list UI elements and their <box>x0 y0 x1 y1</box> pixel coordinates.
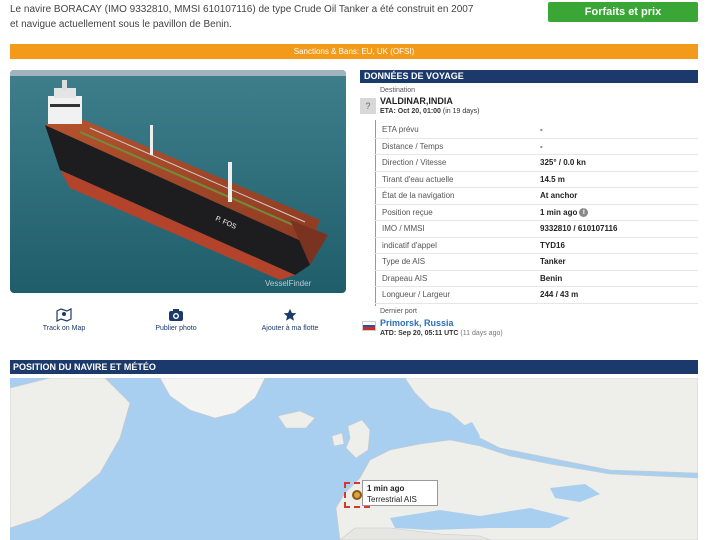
row-value: 9332810 / 610107116 <box>540 224 618 233</box>
forfaits-button[interactable]: Forfaits et prix <box>548 2 698 22</box>
row-label: Drapeau AIS <box>382 273 428 283</box>
voyage-details-table: ETA prévu - Distance / Temps - Direction /… <box>375 122 698 304</box>
row-label: indicatif d'appel <box>382 240 437 250</box>
map-pin-icon <box>14 308 114 322</box>
table-row: Drapeau AIS Benin <box>375 271 698 287</box>
table-row: Direction / Vitesse 325° / 0.0 kn <box>375 155 698 172</box>
map-tooltip: 1 min ago Terrestrial AIS <box>362 480 438 506</box>
eta-relative: (in 19 days) <box>442 108 480 115</box>
row-label: Type de AIS <box>382 257 426 266</box>
row-value: 1 min ago <box>540 207 578 217</box>
row-value: At anchor <box>540 191 578 200</box>
row-label: État de la navigation <box>382 191 455 200</box>
vessel-intro-text: Le navire BORACAY (IMO 9332810, MMSI 610… <box>10 4 474 30</box>
last-port-atd: ATD: Sep 20, 05:11 UTC (11 days ago) <box>380 330 503 337</box>
table-row: Position reçue 1 min ago i <box>375 205 698 221</box>
atd-value: ATD: Sep 20, 05:11 UTC <box>380 330 459 337</box>
table-row: Type de AIS Tanker <box>375 254 698 271</box>
photo-watermark: VesselFinder <box>265 279 312 288</box>
publish-photo-label: Publier photo <box>155 325 197 332</box>
row-label: Longueur / Largeur <box>382 290 451 299</box>
destination-name: VALDINAR,INDIA <box>380 96 453 106</box>
destination-eta: ETA: Oct 20, 01:00 (in 19 days) <box>380 108 479 115</box>
russia-flag-icon <box>362 321 376 331</box>
row-label: Position reçue <box>382 207 433 217</box>
vessel-photo[interactable]: P. FOS VesselFinder <box>10 70 346 293</box>
row-value: Benin <box>540 273 563 283</box>
info-icon[interactable]: i <box>579 207 589 217</box>
row-value: 14.5 m <box>540 174 565 184</box>
row-label: Direction / Vitesse <box>382 158 447 167</box>
tooltip-time: 1 min ago <box>367 484 405 493</box>
last-port-link[interactable]: Primorsk, Russia <box>380 318 454 328</box>
row-value: - <box>540 125 543 134</box>
row-value: - <box>540 141 543 151</box>
table-row: IMO / MMSI 9332810 / 610107116 <box>375 221 698 238</box>
camera-icon <box>126 308 226 322</box>
last-port-block: Dernier port Primorsk, Russia ATD: Sep 2… <box>360 306 698 342</box>
atd-relative: (11 days ago) <box>460 330 503 337</box>
row-value-with-info: 1 min ago i <box>540 205 589 221</box>
destination-label: Destination <box>380 87 416 94</box>
publish-photo-link[interactable]: Publier photo <box>126 308 226 332</box>
row-value: 325° / 0.0 kn <box>540 158 586 167</box>
table-row: Tirant d'eau actuelle 14.5 m <box>375 172 698 188</box>
track-on-map-link[interactable]: Track on Map <box>14 308 114 332</box>
add-to-fleet-label: Ajouter à ma flotte <box>261 325 319 332</box>
row-label: IMO / MMSI <box>382 224 425 233</box>
star-icon <box>240 308 340 322</box>
row-label: ETA prévu <box>382 125 419 134</box>
vessel-map[interactable]: 1 min ago Terrestrial AIS <box>10 378 698 540</box>
row-value: TYD16 <box>540 240 565 250</box>
sanctions-banner: Sanctions & Bans: EU, UK (OFSI) <box>10 44 698 59</box>
table-row: État de la navigation At anchor <box>375 188 698 205</box>
table-row: ETA prévu - <box>375 122 698 139</box>
track-on-map-label: Track on Map <box>42 325 86 332</box>
row-label: Tirant d'eau actuelle <box>382 174 454 184</box>
last-port-label: Dernier port <box>380 308 417 315</box>
row-value: 244 / 43 m <box>540 290 579 299</box>
row-label: Distance / Temps <box>382 141 444 151</box>
destination-block: ? Destination VALDINAR,INDIA ETA: Oct 20… <box>360 86 698 120</box>
vessel-marker-icon[interactable] <box>352 490 362 500</box>
voyage-data-header: DONNÉES DE VOYAGE <box>360 70 698 83</box>
table-row: indicatif d'appel TYD16 <box>375 238 698 254</box>
table-row: Longueur / Largeur 244 / 43 m <box>375 287 698 304</box>
vessel-actions: Track on Map Publier photo Ajouter à ma … <box>10 308 350 338</box>
tooltip-source: Terrestrial AIS <box>367 495 417 504</box>
unknown-port-icon: ? <box>360 98 376 114</box>
row-value: Tanker <box>540 257 566 266</box>
eta-value: ETA: Oct 20, 01:00 <box>380 108 441 115</box>
add-to-fleet-link[interactable]: Ajouter à ma flotte <box>240 308 340 332</box>
position-header: POSITION DU NAVIRE ET MÉTÉO <box>10 360 698 374</box>
table-row: Distance / Temps - <box>375 139 698 155</box>
